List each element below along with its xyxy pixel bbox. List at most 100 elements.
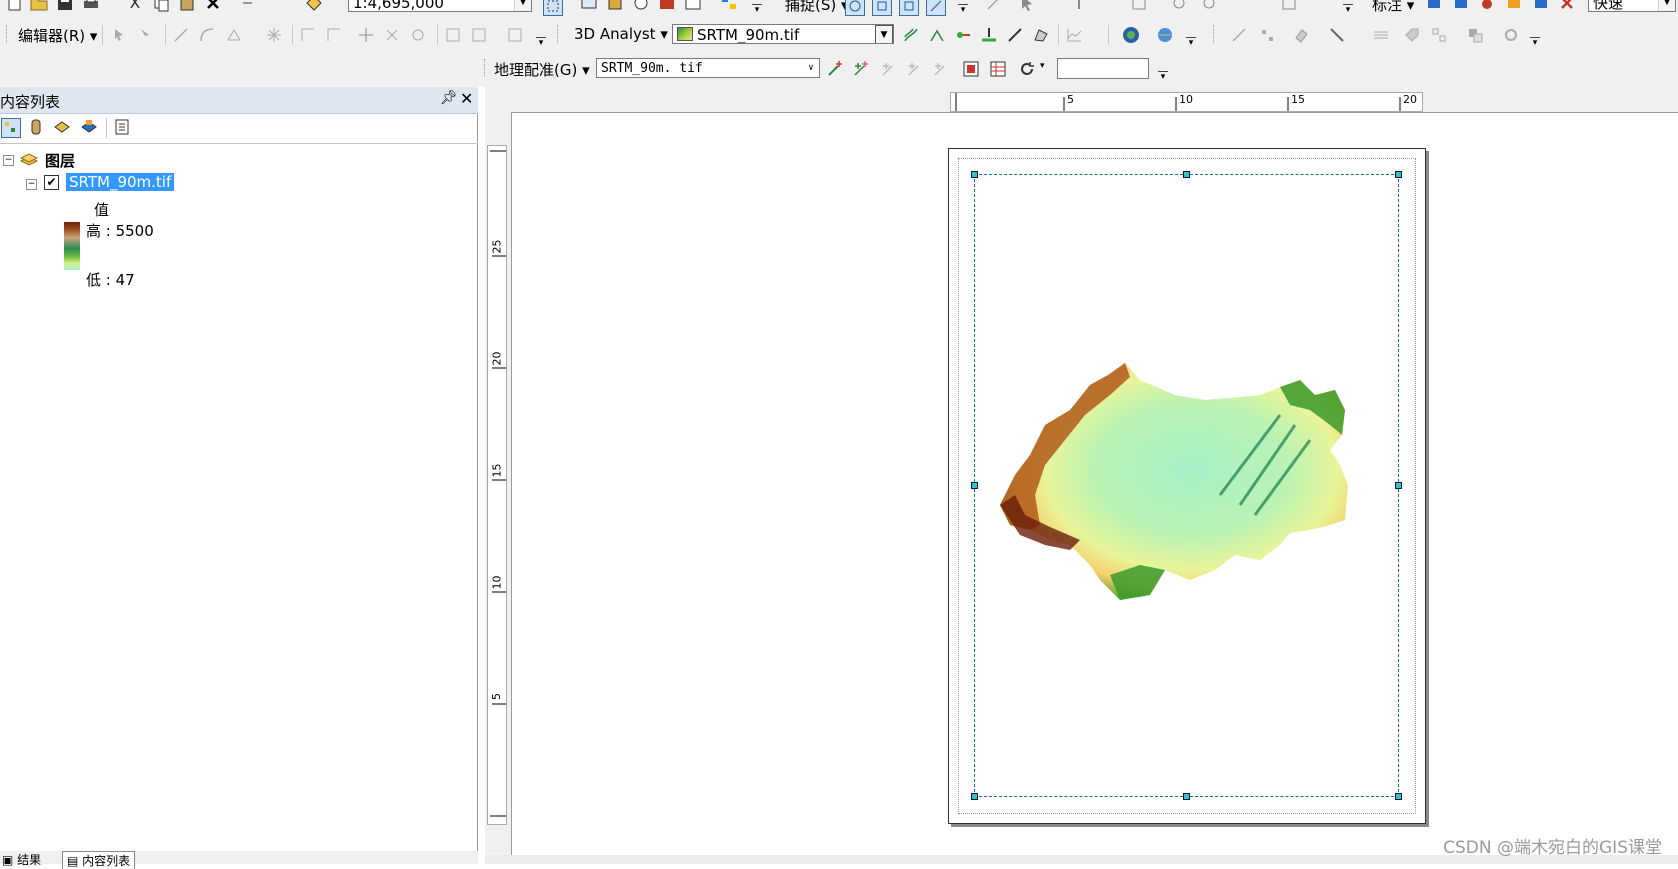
toolbar-grip[interactable]: [557, 25, 561, 43]
3d-analyst-menu[interactable]: 3D Analyst ▾: [574, 25, 668, 43]
resize-handle-n[interactable]: [1183, 171, 1190, 178]
root-layer-label[interactable]: 图层: [45, 150, 75, 171]
toolbar-overflow-icon[interactable]: ▾: [536, 37, 546, 48]
line-of-sight-icon[interactable]: [954, 26, 972, 44]
toolbar-overflow-icon[interactable]: ▾: [1158, 71, 1168, 82]
toolbar-overflow-icon[interactable]: ▾: [1530, 37, 1540, 48]
create-features-icon[interactable]: [506, 26, 524, 44]
3d-analyst-layer-select[interactable]: SRTM_90m.tif ▼: [672, 24, 894, 44]
toolbar-overflow-icon[interactable]: ▾: [1343, 4, 1353, 15]
vertex-snapping-icon[interactable]: [899, 0, 919, 16]
editor-menu[interactable]: 编辑器(R) ▾: [18, 25, 97, 46]
add-control-points-icon[interactable]: [826, 60, 844, 78]
arcglobe-icon[interactable]: [1156, 26, 1174, 44]
link-table-icon[interactable]: [989, 60, 1007, 78]
python-window-icon[interactable]: [684, 0, 702, 12]
trace-icon[interactable]: [225, 26, 243, 44]
rotate-tool-icon[interactable]: [409, 26, 427, 44]
paste-icon[interactable]: [178, 0, 196, 12]
vertex-edit-icon[interactable]: [1258, 26, 1276, 44]
group-icon[interactable]: [1466, 26, 1484, 44]
profile-graph-icon[interactable]: [1065, 26, 1083, 44]
layer-name-label[interactable]: SRTM_90m.tif: [66, 173, 175, 191]
resize-handle-w[interactable]: [971, 482, 978, 489]
resize-handle-e[interactable]: [1395, 482, 1402, 489]
contour-icon[interactable]: [902, 26, 920, 44]
catalog-icon[interactable]: [606, 0, 624, 12]
tag-icon[interactable]: [1403, 26, 1421, 44]
toolbar-overflow-icon[interactable]: ▾: [1186, 37, 1196, 48]
collapse-layer-toggle[interactable]: −: [26, 179, 37, 190]
copy-icon[interactable]: [152, 0, 170, 12]
vertical-ruler[interactable]: 25 20 15 10 5: [487, 145, 507, 825]
edit-annotation-icon[interactable]: [136, 26, 154, 44]
zoom-to-selected-link-icon[interactable]: [906, 60, 924, 78]
view-unplaced-icon[interactable]: [1532, 0, 1550, 12]
options-icon[interactable]: [113, 118, 131, 136]
add-data-icon[interactable]: [305, 0, 323, 12]
list-by-visibility-icon[interactable]: [53, 118, 71, 136]
rotate-dropdown-icon[interactable]: [1018, 60, 1036, 78]
save-icon[interactable]: [56, 0, 74, 12]
pointer-icon[interactable]: [1018, 0, 1036, 12]
interpolate-point-icon[interactable]: [980, 26, 998, 44]
print-icon[interactable]: [82, 0, 100, 12]
edit-vertices-icon[interactable]: [299, 26, 317, 44]
search-window-icon[interactable]: [632, 0, 650, 12]
georeferencing-menu[interactable]: 地理配准(G) ▾: [494, 59, 590, 80]
editor-toolbar-icon[interactable]: [580, 0, 598, 12]
resize-handle-se[interactable]: [1395, 793, 1402, 800]
edit-tool-icon[interactable]: [110, 26, 128, 44]
data-frame-selection[interactable]: [974, 174, 1399, 797]
arctoolbox-icon[interactable]: [658, 0, 676, 12]
label-menu[interactable]: 标注 ▾: [1372, 0, 1414, 15]
resize-handle-s[interactable]: [1183, 793, 1190, 800]
end-snapping-icon[interactable]: [872, 0, 892, 16]
pin-icon[interactable]: 📌︎: [440, 90, 458, 106]
attributes-icon[interactable]: [444, 26, 462, 44]
toolbar-grip[interactable]: [484, 59, 488, 77]
list-by-source-icon[interactable]: [27, 118, 45, 136]
draw-line-icon[interactable]: [1230, 26, 1248, 44]
reshape-icon[interactable]: [325, 26, 343, 44]
grid-select-icon[interactable]: [1430, 26, 1448, 44]
rotation-input[interactable]: [1057, 58, 1149, 79]
hatch-icon[interactable]: [1372, 26, 1390, 44]
label-priority-icon[interactable]: [1478, 0, 1496, 12]
collapse-layers-toggle[interactable]: −: [3, 155, 14, 166]
eraser-icon[interactable]: [1292, 26, 1310, 44]
edge-snapping-icon[interactable]: [926, 0, 946, 16]
sketch-properties-icon[interactable]: [470, 26, 488, 44]
chevron-down-icon[interactable]: ▼: [514, 0, 531, 11]
draw-icon[interactable]: [985, 0, 1003, 12]
close-icon[interactable]: ✕: [460, 89, 473, 108]
toolbar-grip[interactable]: [1213, 25, 1217, 43]
viewer-icon[interactable]: [962, 60, 980, 78]
quick-mode-select[interactable]: 快速 ▼: [1588, 0, 1676, 12]
open-folder-icon[interactable]: [30, 0, 48, 12]
refresh-icon[interactable]: [1280, 0, 1298, 12]
line-tool-icon[interactable]: [1328, 26, 1346, 44]
undo-icon[interactable]: [240, 0, 258, 12]
point-icon[interactable]: [265, 26, 283, 44]
rotate-icon[interactable]: [1170, 0, 1188, 12]
resize-handle-ne[interactable]: [1395, 171, 1402, 178]
arcscene-icon[interactable]: [1122, 26, 1140, 44]
end-point-arc-icon[interactable]: [198, 26, 216, 44]
remove-labels-icon[interactable]: [1558, 0, 1576, 12]
tab-table-of-contents[interactable]: ▤ 内容列表: [62, 851, 136, 869]
split-icon[interactable]: [383, 26, 401, 44]
label-manager-icon[interactable]: [1425, 0, 1443, 12]
select-features-icon[interactable]: [543, 0, 563, 16]
toolbar-overflow-icon[interactable]: ▾: [752, 4, 762, 15]
interpolate-polygon-icon[interactable]: [1032, 26, 1050, 44]
lock-labels-icon[interactable]: [1452, 0, 1470, 12]
new-document-icon[interactable]: [6, 0, 24, 12]
pan-icon[interactable]: [1200, 0, 1218, 12]
straight-segment-icon[interactable]: [172, 26, 190, 44]
chevron-down-icon[interactable]: ∨: [803, 59, 819, 77]
cut-polygons-icon[interactable]: [357, 26, 375, 44]
snapping-menu[interactable]: 捕捉(S) ▾: [785, 0, 849, 15]
georeferencing-layer-select[interactable]: SRTM_90m. tif ∨: [596, 58, 820, 78]
point-snapping-icon[interactable]: [845, 0, 865, 16]
